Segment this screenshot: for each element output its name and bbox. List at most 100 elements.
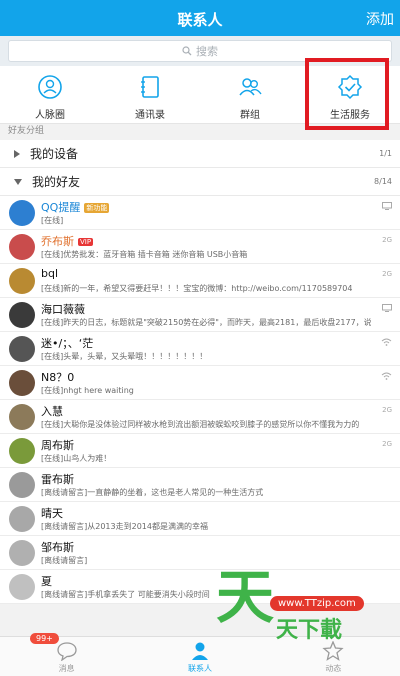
section-count: 1/1 — [379, 149, 392, 158]
contact-name-text: 晴天 — [41, 507, 63, 520]
entry-label: 群组 — [240, 110, 260, 121]
contact-name: 周布斯 — [41, 437, 74, 453]
contact-signature: [在线]优势批发：蓝牙音箱 插卡音箱 迷你音箱 USB小音箱 — [41, 250, 248, 259]
contact-name-text: 海口薇薇 — [41, 303, 85, 316]
contact-signature: [离线请留言]一直静静的坐着，这也是老人常见的一种生活方式 — [41, 488, 264, 497]
contact-badge: VIP — [78, 238, 94, 246]
avatar[interactable] — [9, 506, 35, 532]
tab-messages[interactable]: 消息 99+ — [0, 633, 133, 676]
contact-row[interactable]: 乔布斯 VIP [在线]优势批发：蓝牙音箱 插卡音箱 迷你音箱 USB小音箱 2G — [0, 230, 400, 264]
contact-name-text: 周布斯 — [41, 439, 74, 452]
contact-name-text: bql — [41, 267, 59, 280]
contact-name-text: 入慧 — [41, 405, 63, 418]
tab-contacts[interactable]: 联系人 — [133, 637, 266, 676]
contact-name-text: 迷•/；、‘茫 — [41, 337, 94, 350]
contact-name: 海口薇薇 — [41, 301, 85, 317]
contact-row[interactable]: 雷布斯 [离线请留言]一直静静的坐着，这也是老人常见的一种生活方式 — [0, 468, 400, 502]
contact-name: N8？0 — [41, 369, 74, 385]
contact-signature: [离线请留言] — [41, 556, 88, 565]
network-status: 2G — [382, 270, 392, 278]
site-watermark: 天 www.TTzip.com 天下載 — [216, 568, 396, 643]
avatar[interactable] — [9, 302, 35, 328]
avatar[interactable] — [9, 540, 35, 566]
entry-address-book[interactable]: 通讯录 — [100, 66, 200, 123]
avatar[interactable] — [9, 472, 35, 498]
contact-name-text: QQ提醒 — [41, 201, 81, 214]
contact-row[interactable]: 邹布斯 [离线请留言] — [0, 536, 400, 570]
page-title: 联系人 — [177, 11, 223, 29]
entry-people-circle[interactable]: 人脉圈 — [0, 66, 100, 123]
wifi-icon — [381, 338, 392, 346]
contact-row[interactable]: QQ提醒 新功能 [在线] — [0, 196, 400, 230]
unread-badge: 99+ — [30, 633, 59, 644]
contact-row[interactable]: bql [在线]新的一年，希望又得要赶早！！！宝宝的微博：http://weibo… — [0, 264, 400, 298]
contact-row[interactable]: 入慧 [在线]大聪你是没体验过同样被水枪到流出额泪被蜈蚣咬到膝子的感觉所以你不懂我… — [0, 400, 400, 434]
contact-row[interactable]: 海口薇薇 [在线]昨天的日志，标题就是"突破2150势在必得"，而昨天，最高218… — [0, 298, 400, 332]
section-name: 我的好友 — [32, 175, 81, 189]
contact-name: 邹布斯 — [41, 539, 74, 555]
avatar[interactable] — [9, 370, 35, 396]
contact-name: 迷•/；、‘茫 — [41, 335, 93, 351]
section-count: 8/14 — [374, 177, 392, 186]
contact-name-text: N8？0 — [41, 371, 75, 384]
expanded-arrow-icon — [14, 178, 22, 185]
collapsed-arrow-icon — [14, 149, 20, 158]
computer-online-icon — [382, 202, 392, 210]
contact-signature: [在线]昨天的日志，标题就是"突破2150势在必得"，而昨天，最高2181，最后… — [41, 318, 371, 327]
network-status: 2G — [382, 440, 392, 448]
contact-signature: [在线]新的一年，希望又得要赶早！！！宝宝的微博：http://weibo.co… — [41, 284, 353, 293]
avatar[interactable] — [9, 268, 35, 294]
contact-signature: [在线] — [41, 216, 64, 225]
contact-name: 晴天 — [41, 505, 63, 521]
contact-name: 夏 — [41, 573, 52, 589]
contact-name: bql — [41, 267, 58, 280]
avatar[interactable] — [9, 336, 35, 362]
network-status: 2G — [382, 236, 392, 244]
avatar[interactable] — [9, 234, 35, 260]
address-book-icon — [141, 76, 159, 98]
contact-person-icon — [191, 642, 208, 660]
top-bar: 联系人 添加 — [0, 0, 400, 36]
contact-name: 雷布斯 — [41, 471, 74, 487]
contact-badge: 新功能 — [84, 203, 110, 213]
contact-list: QQ提醒 新功能 [在线] 乔布斯 VIP [在线]优势批发：蓝牙音箱 插卡音箱 迷你音箱… — [0, 196, 400, 604]
contact-row[interactable]: 晴天 [离线请留言]从2013走到2014都是满满的幸福 — [0, 502, 400, 536]
wifi-icon — [381, 372, 392, 380]
avatar[interactable] — [9, 404, 35, 430]
tab-label: 动态 — [325, 664, 342, 673]
entry-label: 通讯录 — [135, 110, 165, 121]
contact-row[interactable]: 迷•/；、‘茫 [在线]头晕，头晕，又头晕哦！！！！！！！！ — [0, 332, 400, 366]
avatar[interactable] — [9, 200, 35, 226]
entry-label: 人脉圈 — [35, 110, 65, 121]
avatar[interactable] — [9, 574, 35, 600]
contact-name: 入慧 — [41, 403, 63, 419]
star-icon — [322, 641, 344, 661]
group-section-label: 好友分组 — [8, 126, 45, 136]
add-button[interactable]: 添加 — [366, 9, 394, 29]
computer-online-icon — [382, 304, 392, 312]
network-status: 2G — [382, 406, 392, 414]
contact-name: QQ提醒 新功能 — [41, 199, 110, 215]
group-icon — [239, 78, 262, 96]
watermark-text: 天下載 — [276, 618, 343, 643]
section-my-devices[interactable]: 我的设备 1/1 — [0, 140, 400, 168]
contact-signature: [在线]头晕，头晕，又头晕哦！！！！！！！！ — [41, 352, 208, 361]
contact-signature: [在线]大聪你是没体验过同样被水枪到流出额泪被蜈蚣咬到膝子的感觉所以你不懂我为力… — [41, 420, 360, 429]
contact-row[interactable]: 周布斯 [在线]山鸟人为难！ 2G — [0, 434, 400, 468]
section-name: 我的设备 — [30, 147, 79, 161]
contact-name: 乔布斯 VIP — [41, 233, 94, 249]
avatar[interactable] — [9, 438, 35, 464]
contact-name-text: 夏 — [41, 575, 52, 588]
tab-label: 联系人 — [187, 664, 212, 673]
search-icon — [182, 46, 192, 56]
annotation-highlight-box — [305, 58, 389, 130]
entry-group[interactable]: 群组 — [200, 66, 300, 123]
contact-signature: [在线]山鸟人为难！ — [41, 454, 112, 463]
watermark-url: www.TTzip.com — [270, 596, 364, 611]
tab-label: 消息 — [58, 664, 75, 673]
contact-name-text: 邹布斯 — [41, 541, 74, 554]
people-circle-icon — [38, 75, 62, 99]
contact-row[interactable]: N8？0 [在线]nhgt here waiting — [0, 366, 400, 400]
contact-signature: [离线请留言]从2013走到2014都是满满的幸福 — [41, 522, 208, 531]
section-my-friends[interactable]: 我的好友 8/14 — [0, 168, 400, 196]
